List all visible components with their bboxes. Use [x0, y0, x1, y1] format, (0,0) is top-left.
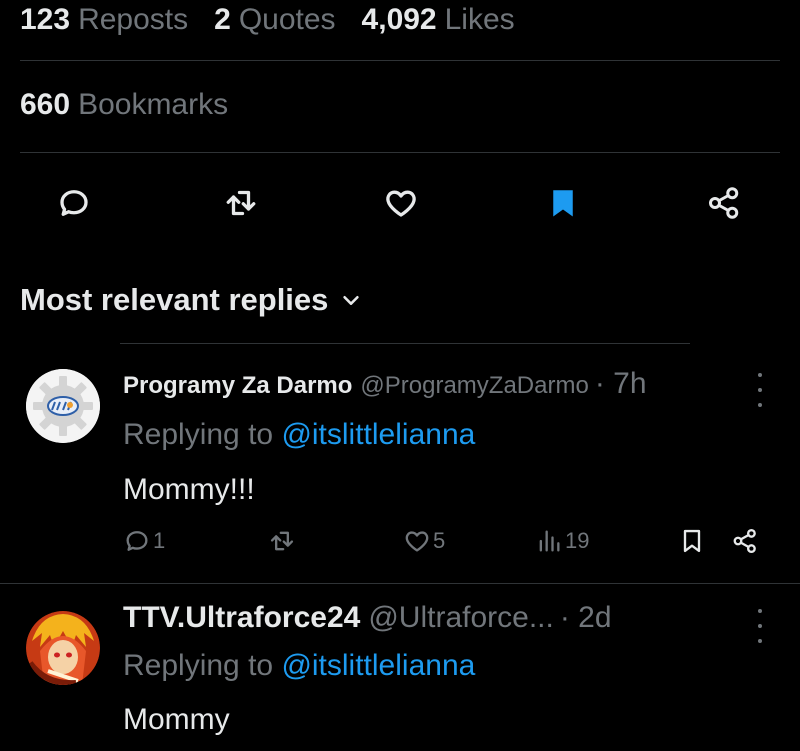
reposts-label: Reposts — [78, 3, 189, 36]
share-icon — [709, 187, 739, 219]
reply-icon — [126, 531, 148, 551]
reply-header: TTV.Ultraforce24 @Ultraforce... · 2d — [123, 601, 612, 635]
reply-author-name[interactable]: Programy Za Darmo — [123, 372, 352, 400]
gear-logo-icon — [26, 369, 100, 443]
divider — [20, 152, 780, 153]
reposts-stat[interactable]: 123 Reposts — [20, 3, 188, 37]
reply-text: Mommy!!! — [123, 473, 255, 506]
replies-sort-label: Most relevant replies — [20, 282, 329, 317]
repost-icon — [270, 531, 294, 551]
replying-to: Replying to @itslittlelianna — [123, 418, 475, 452]
likes-label: Likes — [444, 3, 515, 36]
reply-icon — [60, 190, 88, 216]
reply-like-button[interactable]: 5 — [403, 527, 445, 555]
reply-reply-button[interactable]: 1 — [123, 527, 165, 555]
repost-button[interactable] — [213, 175, 269, 231]
reply-header: Programy Za Darmo @ProgramyZaDarmo · 7h — [123, 367, 647, 401]
share-button[interactable] — [696, 175, 752, 231]
reply-share-button[interactable] — [731, 527, 759, 555]
bookmarks-stat[interactable]: 660 Bookmarks — [20, 88, 228, 122]
replying-to: Replying to @itslittlelianna — [123, 649, 475, 683]
reply-repost-button[interactable] — [268, 527, 296, 555]
replies-sort-dropdown[interactable]: Most relevant replies — [20, 282, 362, 318]
replying-to-link[interactable]: @itslittlelianna — [281, 418, 475, 451]
quotes-label: Quotes — [238, 3, 336, 36]
reply-item[interactable]: TTV.Ultraforce24 @Ultraforce... · 2d Rep… — [0, 585, 800, 751]
view-count: 19 — [565, 528, 590, 553]
avatar[interactable] — [26, 369, 100, 443]
reply-action-bar: 1 5 19 — [123, 527, 783, 567]
quotes-stat[interactable]: 2 Quotes — [214, 3, 335, 37]
post-action-bar — [0, 175, 800, 235]
chevron-down-icon — [343, 295, 360, 305]
bookmarks-label: Bookmarks — [78, 88, 229, 121]
replying-to-prefix: Replying to — [123, 649, 274, 682]
reposts-count: 123 — [20, 3, 71, 36]
divider — [120, 343, 690, 344]
reply-views-button[interactable]: 19 — [535, 527, 589, 555]
reply-count: 1 — [153, 528, 166, 553]
reply-item[interactable]: Programy Za Darmo @ProgramyZaDarmo · 7h … — [0, 345, 800, 585]
reply-author-name[interactable]: TTV.Ultraforce24 — [123, 601, 360, 635]
like-icon — [386, 190, 416, 217]
reply-bookmark-button[interactable] — [678, 527, 706, 555]
views-icon — [539, 530, 560, 552]
like-button[interactable] — [373, 175, 429, 231]
more-options-button[interactable] — [750, 609, 770, 643]
replying-to-link[interactable]: @itslittlelianna — [281, 649, 475, 682]
likes-count: 4,092 — [361, 3, 437, 36]
bookmark-icon — [683, 529, 701, 553]
reply-author-handle[interactable]: @ProgramyZaDarmo — [360, 372, 588, 400]
engagement-stats: 123 Reposts 2 Quotes 4,092 Likes — [20, 0, 541, 40]
replying-to-prefix: Replying to — [123, 418, 274, 451]
likes-stat[interactable]: 4,092 Likes — [362, 3, 515, 37]
quotes-count: 2 — [214, 3, 231, 36]
share-icon — [733, 528, 756, 554]
reply-text: Mommy — [123, 703, 230, 736]
bookmark-icon — [553, 190, 573, 217]
divider — [20, 60, 780, 61]
bookmark-button[interactable] — [535, 175, 591, 231]
reply-button[interactable] — [46, 175, 102, 231]
repost-icon — [226, 190, 256, 216]
reply-author-handle[interactable]: @Ultraforce... — [368, 601, 554, 635]
character-avatar-icon — [26, 611, 100, 685]
avatar[interactable] — [26, 611, 100, 685]
reply-timestamp[interactable]: · 2d — [560, 601, 612, 635]
bookmarks-count: 660 — [20, 88, 71, 121]
reply-timestamp[interactable]: · 7h — [595, 367, 647, 401]
like-count: 5 — [433, 528, 446, 553]
divider — [0, 583, 800, 584]
more-options-button[interactable] — [750, 373, 770, 407]
like-icon — [405, 531, 429, 552]
